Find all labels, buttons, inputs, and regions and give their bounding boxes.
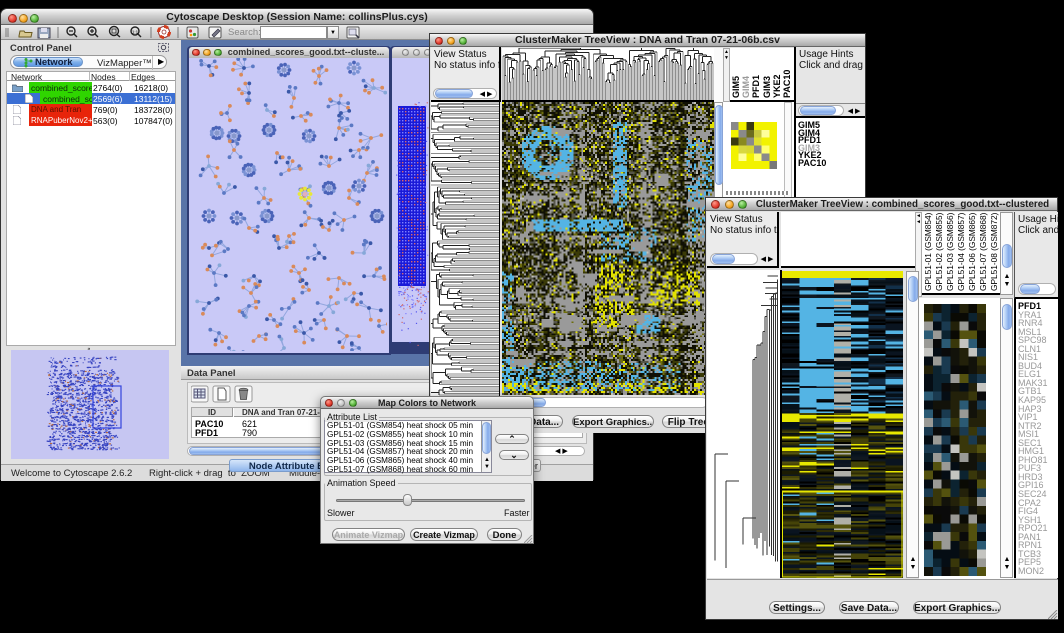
svg-text:1:1: 1:1 [132, 30, 139, 35]
svg-text:Search:: Search: [228, 27, 261, 38]
